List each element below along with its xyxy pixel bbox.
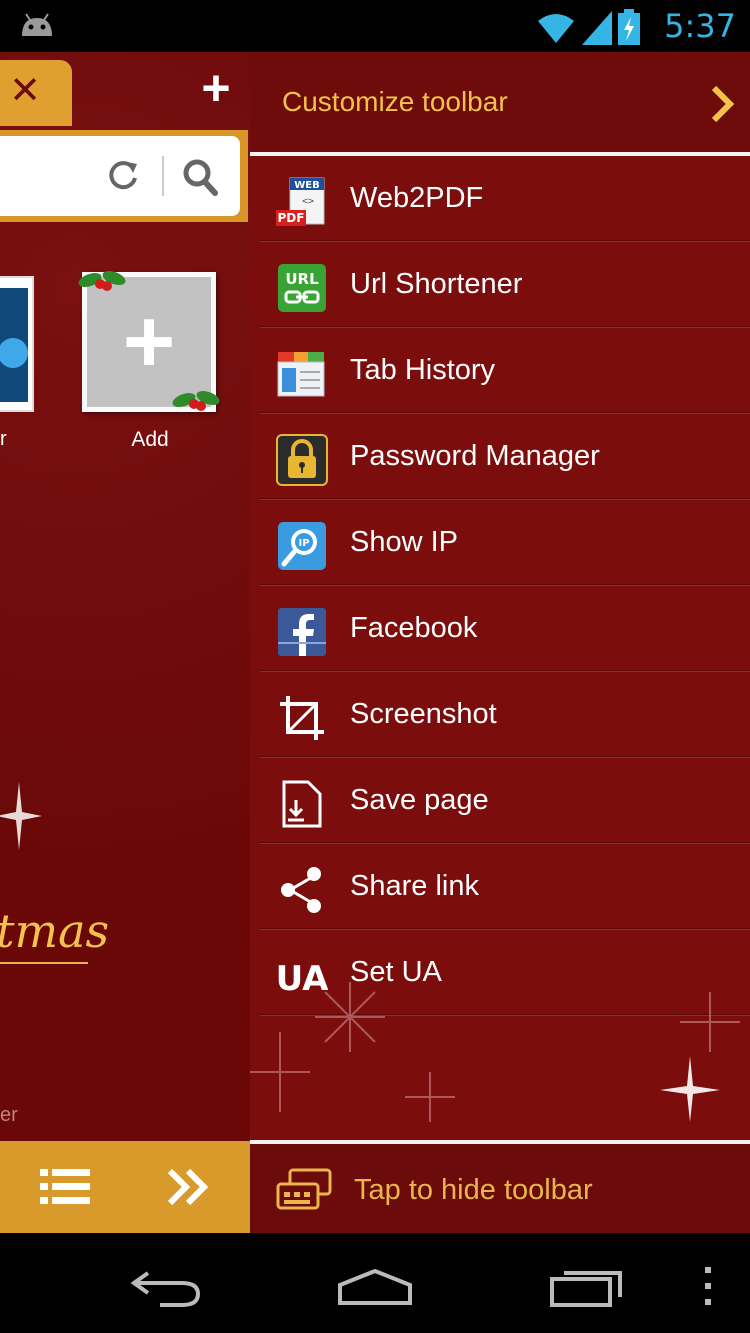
tool-item-screenshot[interactable]: Screenshot xyxy=(250,672,750,758)
customize-toolbar-panel: Customize toolbar WEB <> PDF Web2PDF URL xyxy=(250,52,750,1233)
footer-text: er xyxy=(0,1104,18,1126)
list-menu-icon[interactable] xyxy=(40,1167,92,1207)
screenshot-icon xyxy=(280,696,324,740)
hide-toolbar-label: Tap to hide toolbar xyxy=(354,1174,593,1206)
holly-icon xyxy=(172,391,220,411)
speed-dial-label: r xyxy=(0,428,7,450)
hide-toolbar-button[interactable]: Tap to hide toolbar xyxy=(250,1144,750,1233)
svg-text:<>: <> xyxy=(302,196,314,207)
svg-text:URL: URL xyxy=(285,270,319,288)
android-icon xyxy=(18,12,56,43)
bottom-toolbar xyxy=(0,1141,250,1233)
tool-item-label: Screenshot xyxy=(350,698,497,730)
url-bar xyxy=(0,130,248,222)
facebook-icon xyxy=(278,608,326,656)
customize-toolbar-title: Customize toolbar xyxy=(282,86,508,117)
holly-icon xyxy=(78,271,126,291)
tool-item-save-page[interactable]: Save page xyxy=(250,758,750,844)
browser-pane[interactable]: ✕ + r + Add tmas er xyxy=(0,52,250,1233)
customize-toolbar-header[interactable]: Customize toolbar xyxy=(250,52,750,156)
share-link-icon xyxy=(281,867,321,913)
tool-item-label: Tab History xyxy=(350,354,496,386)
tool-item-show-ip[interactable]: IP Show IP xyxy=(250,500,750,586)
svg-text:PDF: PDF xyxy=(278,211,305,225)
refresh-icon[interactable] xyxy=(105,158,141,194)
tool-item-url-shortener[interactable]: URL Url Shortener xyxy=(250,242,750,328)
tool-item-facebook[interactable]: Facebook xyxy=(250,586,750,672)
navigation-bar xyxy=(0,1233,750,1333)
recent-apps-icon[interactable] xyxy=(548,1265,624,1307)
signal-icon xyxy=(582,11,612,45)
tool-item-label: Show IP xyxy=(350,526,458,558)
tool-item-label: Web2PDF xyxy=(350,182,484,214)
tool-item-web2pdf[interactable]: WEB <> PDF Web2PDF xyxy=(250,156,750,242)
tool-item-label: Facebook xyxy=(350,612,478,644)
tool-item-tab-history[interactable]: Tab History xyxy=(250,328,750,414)
chevron-right-icon[interactable] xyxy=(710,84,736,124)
christmas-greeting: tmas xyxy=(0,904,110,958)
status-bar: 5:37 xyxy=(0,0,750,52)
speed-dial-tile[interactable] xyxy=(0,276,34,412)
url-input[interactable] xyxy=(0,136,240,216)
battery-charging-icon xyxy=(618,9,640,45)
tool-item-label: Url Shortener xyxy=(350,268,523,300)
tool-item-label: Save page xyxy=(350,784,489,816)
url-divider xyxy=(162,156,164,196)
tool-item-label: Password Manager xyxy=(350,440,600,472)
show-ip-icon: IP xyxy=(278,522,326,570)
home-icon[interactable] xyxy=(336,1267,414,1307)
search-icon[interactable] xyxy=(182,158,218,196)
back-icon[interactable] xyxy=(130,1267,202,1307)
wifi-icon xyxy=(538,14,574,43)
sparkle-icon xyxy=(0,782,42,850)
svg-text:IP: IP xyxy=(298,538,309,549)
status-icons xyxy=(536,9,640,45)
greeting-underline xyxy=(0,962,88,964)
clock: 5:37 xyxy=(664,7,736,45)
double-chevron-icon[interactable] xyxy=(166,1167,212,1207)
close-tab-icon[interactable]: ✕ xyxy=(8,72,42,110)
snowflake-decoration xyxy=(250,982,740,1122)
toolbar-icon xyxy=(276,1168,332,1210)
web2pdf-icon: WEB <> PDF xyxy=(276,177,325,226)
tool-item-label: Share link xyxy=(350,870,479,902)
save-page-icon xyxy=(282,780,322,828)
tab-history-icon xyxy=(277,352,325,397)
new-tab-button[interactable]: + xyxy=(196,63,236,113)
password-manager-icon xyxy=(276,434,328,486)
add-label: Add xyxy=(131,428,169,451)
tool-item-password-manager[interactable]: Password Manager xyxy=(250,414,750,500)
tool-item-share-link[interactable]: Share link xyxy=(250,844,750,930)
browser-tab[interactable]: ✕ xyxy=(0,60,72,126)
overflow-menu-icon[interactable] xyxy=(702,1267,714,1307)
svg-text:WEB: WEB xyxy=(294,180,319,191)
url-shortener-icon: URL xyxy=(278,264,326,312)
